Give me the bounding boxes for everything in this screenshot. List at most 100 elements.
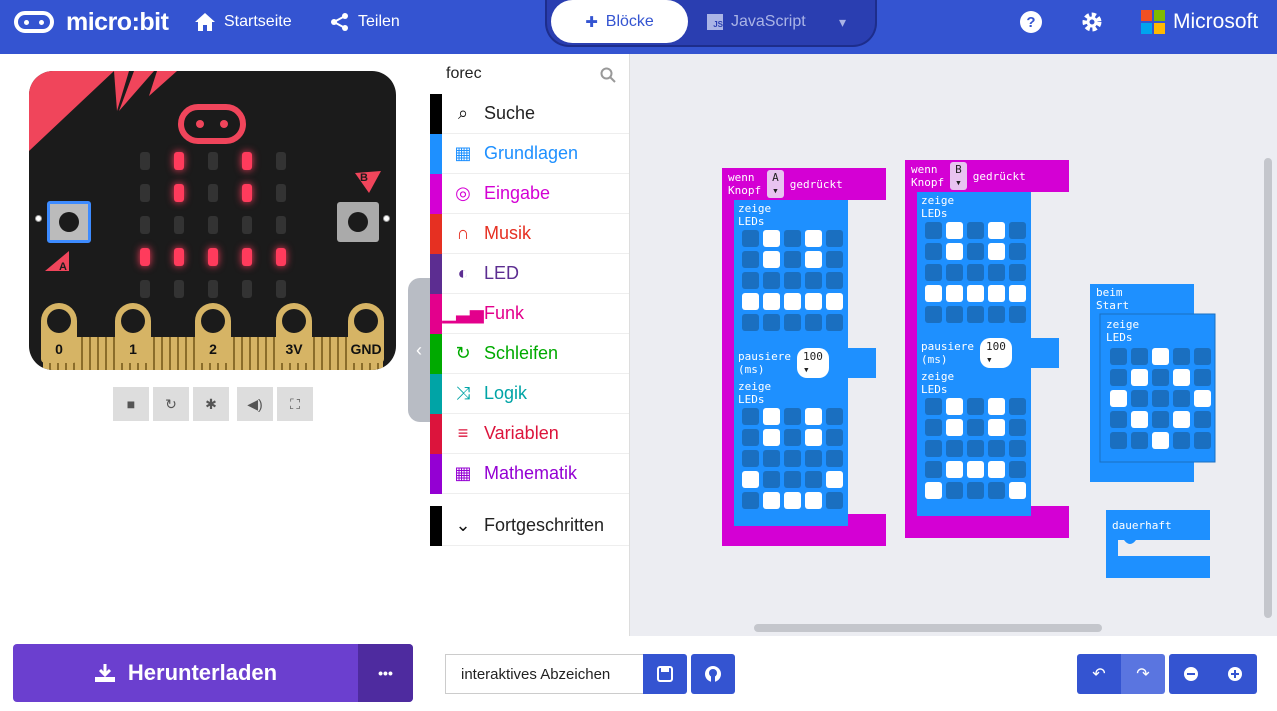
led-cell-off[interactable] — [967, 264, 984, 281]
toolbox-category-mathematik[interactable]: ▦ Mathematik — [430, 453, 629, 494]
led-cell-off[interactable] — [784, 429, 801, 446]
led-cell-on[interactable] — [946, 419, 963, 436]
led-cell-off[interactable] — [742, 408, 759, 425]
led-cell-off[interactable] — [925, 419, 942, 436]
led-cell-on[interactable] — [805, 230, 822, 247]
led-cell-off[interactable] — [826, 314, 843, 331]
pause-value-field[interactable]: 100 ▾ — [796, 348, 829, 378]
led-cell-on[interactable] — [967, 461, 984, 478]
mute-button[interactable]: ◀) — [237, 387, 273, 421]
led-cell-off[interactable] — [967, 440, 984, 457]
toolbox-category-musik[interactable]: ∩ Musik — [430, 213, 629, 254]
led-cell-off[interactable] — [1131, 390, 1148, 407]
led-cell-on[interactable] — [925, 482, 942, 499]
toolbox-category-eingabe[interactable]: ◎ Eingabe — [430, 173, 629, 214]
led-cell-on[interactable] — [988, 461, 1005, 478]
led-cell-off[interactable] — [1009, 243, 1026, 260]
led-cell-off[interactable] — [826, 492, 843, 509]
led-cell-off[interactable] — [742, 429, 759, 446]
led-cell-off[interactable] — [763, 272, 780, 289]
led-cell-on[interactable] — [763, 492, 780, 509]
led-cell-off[interactable] — [805, 450, 822, 467]
led-cell-on[interactable] — [1009, 482, 1026, 499]
vertical-scrollbar[interactable] — [1264, 158, 1272, 618]
led-cell-off[interactable] — [826, 251, 843, 268]
led-cell-off[interactable] — [988, 482, 1005, 499]
led-cell-off[interactable] — [1110, 411, 1127, 428]
microbit-logo[interactable]: micro:bit — [14, 0, 169, 44]
toolbox-category-grundlagen[interactable]: ▦ Grundlagen — [430, 133, 629, 174]
led-cell-on[interactable] — [1131, 369, 1148, 386]
led-cell-on[interactable] — [988, 243, 1005, 260]
led-cell-off[interactable] — [925, 243, 942, 260]
search-input[interactable]: forec — [446, 65, 482, 83]
led-cell-on[interactable] — [946, 243, 963, 260]
led-cell-off[interactable] — [946, 264, 963, 281]
led-cell-off[interactable] — [763, 450, 780, 467]
led-cell-off[interactable] — [925, 398, 942, 415]
led-cell-on[interactable] — [1173, 411, 1190, 428]
led-cell-off[interactable] — [967, 222, 984, 239]
led-cell-on[interactable] — [988, 398, 1005, 415]
led-cell-on[interactable] — [805, 408, 822, 425]
javascript-tab[interactable]: JS JavaScript — [707, 0, 806, 43]
led-cell-off[interactable] — [784, 272, 801, 289]
led-cell-off[interactable] — [1152, 411, 1169, 428]
led-cell-off[interactable] — [1009, 222, 1026, 239]
led-cell-on[interactable] — [1173, 369, 1190, 386]
led-cell-off[interactable] — [826, 230, 843, 247]
microsoft-brand[interactable]: Microsoft — [1141, 0, 1258, 44]
led-cell-off[interactable] — [742, 251, 759, 268]
led-cell-off[interactable] — [1173, 348, 1190, 365]
led-cell-off[interactable] — [988, 306, 1005, 323]
led-cell-off[interactable] — [784, 251, 801, 268]
led-cell-on[interactable] — [763, 251, 780, 268]
led-cell-off[interactable] — [1110, 432, 1127, 449]
chevron-down-icon[interactable]: ▾ — [839, 14, 846, 31]
search-icon[interactable] — [600, 67, 616, 83]
led-cell-off[interactable] — [1009, 419, 1026, 436]
toolbox-category-logik[interactable]: ⤨ Logik — [430, 373, 629, 414]
led-cell-on[interactable] — [763, 230, 780, 247]
led-cell-on[interactable] — [742, 471, 759, 488]
led-cell-off[interactable] — [805, 314, 822, 331]
led-cell-off[interactable] — [826, 408, 843, 425]
led-cell-on[interactable] — [946, 222, 963, 239]
led-cell-off[interactable] — [784, 230, 801, 247]
led-cell-on[interactable] — [805, 293, 822, 310]
restart-button[interactable]: ↻ — [153, 387, 189, 421]
stop-button[interactable]: ■ — [113, 387, 149, 421]
led-cell-off[interactable] — [826, 429, 843, 446]
undo-button[interactable]: ↶ — [1077, 654, 1121, 694]
led-cell-off[interactable] — [805, 471, 822, 488]
led-cell-on[interactable] — [1152, 348, 1169, 365]
download-main[interactable]: Herunterladen — [13, 660, 358, 686]
led-cell-on[interactable] — [946, 285, 963, 302]
help-button[interactable]: ? — [1019, 0, 1043, 44]
led-cell-on[interactable] — [988, 285, 1005, 302]
led-cell-off[interactable] — [988, 440, 1005, 457]
led-cell-off[interactable] — [1152, 390, 1169, 407]
led-cell-off[interactable] — [946, 440, 963, 457]
led-cell-off[interactable] — [826, 450, 843, 467]
download-button[interactable]: Herunterladen ••• — [13, 644, 413, 702]
debug-button[interactable]: ✱ — [193, 387, 229, 421]
led-cell-off[interactable] — [1173, 390, 1190, 407]
led-cell-off[interactable] — [1110, 369, 1127, 386]
led-cell-on[interactable] — [742, 293, 759, 310]
collapse-simulator-tab[interactable]: ‹ — [408, 278, 430, 422]
button-b[interactable] — [337, 202, 379, 242]
led-cell-off[interactable] — [1009, 398, 1026, 415]
led-cell-on[interactable] — [805, 492, 822, 509]
led-cell-off[interactable] — [742, 492, 759, 509]
led-cell-on[interactable] — [1131, 411, 1148, 428]
led-cell-on[interactable] — [988, 419, 1005, 436]
led-cell-on[interactable] — [1110, 390, 1127, 407]
led-cell-on[interactable] — [826, 471, 843, 488]
led-cell-off[interactable] — [967, 419, 984, 436]
led-cell-off[interactable] — [946, 482, 963, 499]
led-cell-off[interactable] — [967, 482, 984, 499]
led-cell-on[interactable] — [763, 408, 780, 425]
led-cell-off[interactable] — [925, 222, 942, 239]
led-cell-off[interactable] — [826, 272, 843, 289]
